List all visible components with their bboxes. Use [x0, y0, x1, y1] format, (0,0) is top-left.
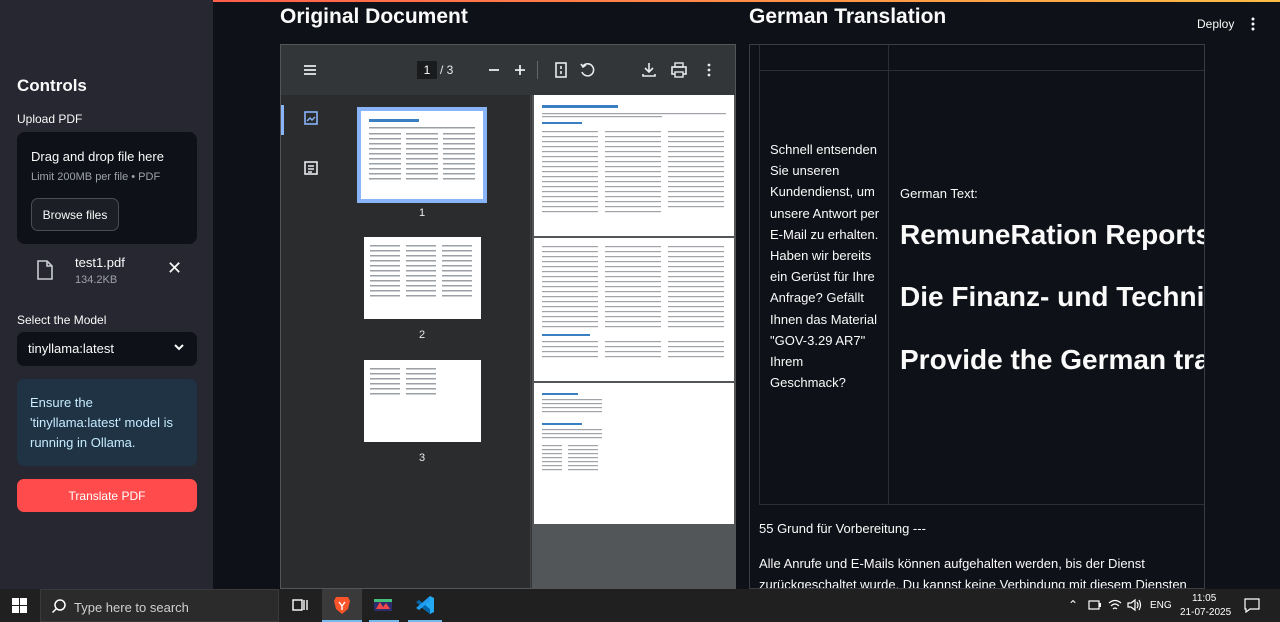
wifi-icon[interactable] [1108, 598, 1122, 612]
pdf-toolbar: 1 / 3 [281, 45, 735, 95]
battery-icon[interactable] [1088, 599, 1102, 611]
translated-paragraph-1: 55 Grund für Vorbereitung --- [759, 521, 926, 536]
file-icon [37, 260, 53, 280]
close-icon[interactable]: ✕ [167, 258, 182, 279]
rotate-icon[interactable] [578, 61, 596, 79]
table-cell-text: Schnell entsenden Sie unseren Kundendien… [770, 142, 880, 391]
thumbnail-content [369, 119, 475, 180]
deploy-button[interactable]: Deploy [1197, 17, 1234, 31]
sidebar: Controls Upload PDF Drag and drop file h… [0, 0, 213, 589]
search-icon [51, 599, 66, 614]
outline-view-icon[interactable] [303, 160, 319, 176]
uploaded-file: test1.pdf 134.2KB ✕ [17, 252, 197, 292]
pdf-page-2 [534, 238, 734, 381]
page-content [542, 393, 602, 471]
zoom-out-icon[interactable] [485, 61, 503, 79]
page-content [542, 105, 726, 213]
table-divider [760, 70, 1204, 71]
toolbar-divider [537, 61, 538, 79]
file-uploader-dropzone[interactable]: Drag and drop file here Limit 200MB per … [17, 132, 197, 244]
file-name: test1.pdf [75, 255, 125, 270]
pdf-viewer[interactable]: 1 / 3 1 2 3 [280, 44, 736, 589]
translated-paragraph-2: Alle Anrufe und E-Mails können aufgehalt… [759, 556, 1187, 589]
model-label: Select the Model [17, 313, 107, 327]
volume-icon[interactable] [1127, 598, 1142, 612]
model-select[interactable]: tinyllama:latest [17, 332, 197, 366]
print-icon[interactable] [670, 61, 688, 79]
app-icon[interactable] [371, 594, 395, 616]
translated-heading-1: RemuneRation Reports [900, 219, 1205, 250]
table-divider [888, 45, 889, 505]
translated-heading-3: Provide the German tran [900, 344, 1205, 375]
vscode-icon[interactable] [413, 594, 437, 616]
zoom-in-icon[interactable] [511, 61, 529, 79]
german-translation-heading: German Translation [749, 5, 947, 28]
task-view-icon[interactable] [288, 594, 312, 616]
fit-page-icon[interactable] [552, 61, 570, 79]
thumbnail-content [370, 368, 436, 395]
thumbnail-label-1: 1 [419, 207, 426, 219]
chevron-up-icon[interactable]: ⌃ [1068, 598, 1078, 612]
thumbnail-content [370, 245, 472, 297]
pdf-page-3 [534, 383, 734, 524]
pdf-page-1 [534, 95, 734, 236]
file-size: 134.2KB [75, 274, 118, 286]
hamburger-icon[interactable] [301, 61, 319, 79]
thumbnail-label-3: 3 [419, 452, 426, 464]
kebab-menu-icon[interactable] [1246, 16, 1260, 32]
dropzone-limit: Limit 200MB per file • PDF [31, 171, 161, 183]
thumbnail-view-icon[interactable] [303, 110, 319, 126]
more-options-icon[interactable] [700, 61, 718, 79]
page-total: / 3 [440, 63, 454, 77]
browse-files-button[interactable]: Browse files [31, 198, 119, 231]
upload-label: Upload PDF [17, 112, 83, 126]
brave-icon[interactable] [330, 594, 354, 616]
taskbar-search-box[interactable]: Type here to search [40, 589, 279, 622]
pdf-page-area[interactable] [532, 95, 735, 588]
dropzone-title: Drag and drop file here [31, 149, 164, 164]
thumbnail-label-2: 2 [419, 329, 426, 341]
active-indicator [281, 105, 284, 135]
german-text-label: German Text: [900, 186, 978, 201]
original-document-heading: Original Document [280, 5, 468, 28]
download-icon[interactable] [640, 61, 658, 79]
translation-table: Schnell entsenden Sie unseren Kundendien… [759, 45, 1205, 505]
windows-start-icon[interactable] [12, 598, 27, 613]
chevron-down-icon [174, 344, 184, 351]
translation-frame[interactable]: Schnell entsenden Sie unseren Kundendien… [749, 44, 1205, 589]
translate-pdf-button[interactable]: Translate PDF [17, 479, 197, 512]
page-thumbnail-3[interactable] [364, 360, 481, 442]
clock-time[interactable]: 11:05 [1192, 593, 1216, 604]
translated-heading-2: Die Finanz- und Technike [900, 281, 1205, 312]
notification-icon[interactable] [1244, 598, 1260, 613]
sidebar-title: Controls [17, 76, 87, 95]
language-indicator[interactable]: ENG [1150, 600, 1172, 611]
info-alert: Ensure the 'tinyllama:latest' model is r… [17, 379, 197, 466]
windows-taskbar: Type here to search ⌃ ENG 11:05 21-07-20… [0, 589, 1280, 622]
thumbnail-sidebar: 1 2 3 [281, 95, 531, 588]
clock-date[interactable]: 21-07-2025 [1180, 607, 1231, 618]
page-number-input[interactable]: 1 [417, 61, 437, 79]
page-thumbnail-1[interactable] [357, 107, 487, 203]
page-content [542, 246, 724, 358]
model-select-value: tinyllama:latest [28, 341, 114, 356]
search-placeholder: Type here to search [74, 600, 189, 615]
page-thumbnail-2[interactable] [364, 237, 481, 319]
